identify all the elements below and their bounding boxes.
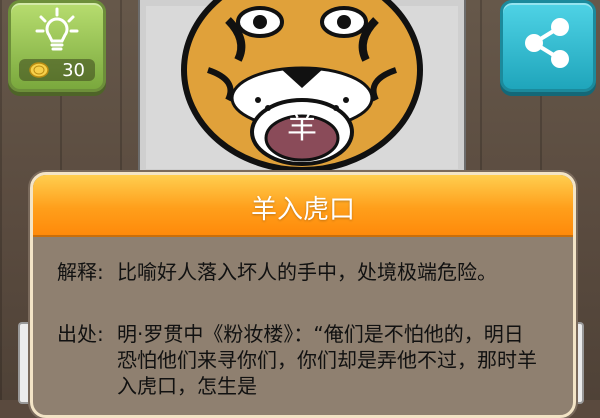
coin-icon: [29, 62, 49, 78]
dialog-header: 羊入虎口: [33, 175, 573, 237]
hint-button[interactable]: 30: [8, 0, 106, 92]
idiom-dialog: 羊入虎口 解释: 比喻好人落入坏人的手中，处境极端危险。 出处: 明·罗贯中《粉…: [30, 172, 576, 418]
coin-count: 30: [62, 60, 85, 81]
share-icon: [525, 18, 569, 68]
puzzle-picture: 羊: [138, 0, 466, 177]
source-text: 明·罗贯中《粉妆楼》：“俺们是不怕他的，明日恐怕他们来寻你们，你们却是弄他不过，…: [117, 322, 537, 398]
tiger-face-image: 羊: [181, 0, 423, 173]
source-label: 出处:: [57, 322, 104, 346]
explanation-text: 比喻好人落入坏人的手中，处境极端危险。: [117, 260, 497, 284]
dialog-title: 羊入虎口: [250, 195, 355, 225]
source-row: 出处: 明·罗贯中《粉妆楼》：“俺们是不怕他的，明日恐怕他们来寻你们，你们却是弄…: [57, 321, 537, 399]
mouth-character: 羊: [287, 111, 317, 146]
lightbulb-icon: [35, 7, 79, 51]
share-button[interactable]: [500, 0, 596, 92]
coin-panel: 30: [19, 59, 95, 81]
explanation-row: 解释: 比喻好人落入坏人的手中，处境极端危险。: [57, 259, 537, 285]
explanation-label: 解释:: [57, 260, 104, 284]
